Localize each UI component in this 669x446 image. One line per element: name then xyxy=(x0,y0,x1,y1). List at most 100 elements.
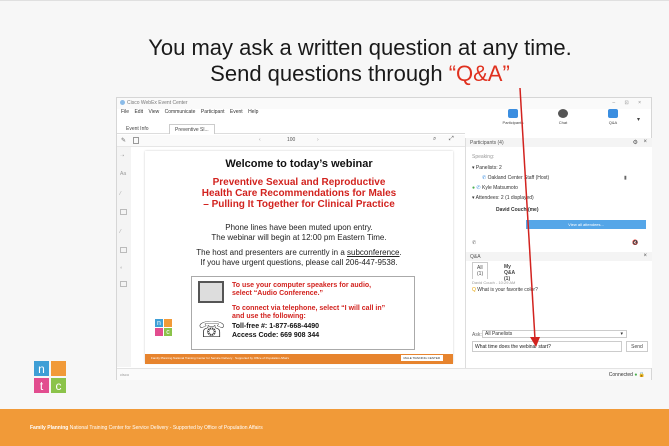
highlighter-icon[interactable]: ⁄ xyxy=(120,229,127,235)
doc-footer-text: Family Planning National Training Center… xyxy=(151,356,289,360)
access-code: Access Code: 669 908 344 xyxy=(232,332,320,339)
question-text: What is your favorite color? xyxy=(477,287,538,293)
qa-button-label: Q&A xyxy=(608,120,618,125)
mute-icon[interactable]: 🔇 xyxy=(632,240,638,246)
chevron-down-icon[interactable]: ▾ xyxy=(637,116,640,123)
ntc-logo-small: n c xyxy=(155,319,173,337)
chevron-down-icon: ▾ xyxy=(620,331,623,337)
connection-status-text: Connected xyxy=(608,372,633,378)
ask-recipient-select[interactable]: All Panelists ▾ xyxy=(482,330,627,338)
participants-button[interactable]: Participants xyxy=(497,109,529,125)
question-meta: David Couch - 10:29 AM xyxy=(472,280,516,285)
connection-status: Connected ● 🔒 xyxy=(609,372,645,378)
ask-recipient-value: All Panelists xyxy=(485,331,513,337)
menu-bar: File Edit View Communicate Participant E… xyxy=(121,109,262,115)
participant-row[interactable]: ✆ Oakland Center Staff (Host) ▮ xyxy=(482,175,627,181)
ntc-logo-c: c xyxy=(164,328,172,336)
qa-highlight: “Q&A” xyxy=(448,61,510,86)
tab-event-info[interactable]: Event Info xyxy=(121,124,154,134)
send-button[interactable]: Send xyxy=(626,341,648,352)
close-qa-icon[interactable]: × xyxy=(643,253,647,259)
audio-phone-icon[interactable]: ✆ xyxy=(472,240,476,246)
doc-line-3-suffix: . xyxy=(399,248,402,257)
zoom-icon[interactable]: ⌕ xyxy=(433,136,436,143)
pointer-icon[interactable]: ➝ xyxy=(120,153,127,159)
ntc-logo-n: n xyxy=(34,361,49,376)
tab-preventive[interactable]: Preventive Sl... xyxy=(169,124,215,134)
panelists-label: Panelists: 2 xyxy=(475,165,502,171)
view-all-attendees-button[interactable]: View all attendees... xyxy=(526,220,646,229)
draw-icon[interactable]: ⁄ xyxy=(120,191,127,197)
window-title: Cisco WebEx Event Center xyxy=(127,100,188,106)
computer-icon xyxy=(198,281,224,303)
signal-icon: ▮ xyxy=(624,175,627,181)
doc-line-2: The webinar will begin at 12:00 pm Easte… xyxy=(211,233,387,242)
doc-title-3: – Pulling It Together for Clinical Pract… xyxy=(203,199,395,210)
rectangle-icon[interactable] xyxy=(120,209,127,215)
pencil-icon[interactable]: ✎ xyxy=(121,137,126,144)
phone-icon: ☏ xyxy=(198,317,226,342)
menu-file[interactable]: File xyxy=(121,109,129,115)
ntc-logo: n t c xyxy=(34,361,66,393)
close-participants-icon[interactable]: × xyxy=(643,139,647,145)
page-icon[interactable] xyxy=(133,137,139,144)
panel-buttons: Participants Chat Q&A ▾ xyxy=(497,106,647,136)
menu-event[interactable]: Event xyxy=(230,109,243,115)
question-input[interactable]: What time does the webinar start? xyxy=(472,341,622,352)
right-panel: Participants (4) ⚙ × Speaking: ▾ Panelis… xyxy=(465,138,652,368)
menu-help[interactable]: Help xyxy=(248,109,258,115)
qa-button[interactable]: Q&A xyxy=(597,109,629,125)
subconference-link[interactable]: subconference xyxy=(347,248,399,257)
slide-title-line2: Send questions through “Q&A” xyxy=(100,61,620,87)
audio-instructions-box: ☏ To use your computer speakers for audi… xyxy=(191,276,415,350)
footer-rest: National Training Center for Service Del… xyxy=(68,425,263,431)
menu-edit[interactable]: Edit xyxy=(134,109,143,115)
question-item[interactable]: Q What is your favorite color? xyxy=(472,287,538,293)
webex-window: Cisco WebEx Event Center – ⊡ × File Edit… xyxy=(116,97,652,380)
menu-participant[interactable]: Participant xyxy=(201,109,225,115)
color-icon[interactable]: ◐ xyxy=(120,265,127,271)
save-icon[interactable] xyxy=(120,281,127,287)
participants-header[interactable]: Participants (4) ⚙ × xyxy=(466,138,652,147)
menu-communicate[interactable]: Communicate xyxy=(165,109,196,115)
participant-row[interactable]: David Couch (me) xyxy=(496,207,539,213)
panelists-group[interactable]: ▾ Panelists: 2 xyxy=(472,165,502,171)
webex-logo-icon xyxy=(120,100,125,105)
doc-title-1: Preventive Sexual and Reproductive xyxy=(212,177,386,188)
prev-page-icon[interactable]: ‹ xyxy=(259,137,261,143)
document-toolbar: ✎ ‹ 100 › ⌕ ⤢ xyxy=(117,135,465,147)
participant-row[interactable]: ● ✆ Kyle Matsumoto xyxy=(472,185,518,191)
qa-header[interactable]: Q&A × xyxy=(466,252,652,261)
participant-name: Oakland Center Staff (Host) xyxy=(487,175,550,181)
audio-line-1: To use your computer speakers for audio, xyxy=(232,282,372,289)
eraser-icon[interactable] xyxy=(120,247,127,253)
speaking-label: Speaking: xyxy=(472,154,495,160)
next-page-icon[interactable]: › xyxy=(317,137,319,143)
chat-icon xyxy=(558,109,568,118)
footer-bold: Family Planning xyxy=(30,425,69,431)
text-icon[interactable]: Aa xyxy=(120,171,127,177)
tel-line-1: To connect via telephone, select “I will… xyxy=(232,305,386,312)
participants-header-label: Participants (4) xyxy=(470,140,504,146)
annotation-toolbar: ➝ Aa ⁄ ⁄ ◐ xyxy=(117,147,131,367)
slide-title-line2-prefix: Send questions through xyxy=(210,61,449,86)
menu-view[interactable]: View xyxy=(148,109,159,115)
footer-text: Family Planning National Training Center… xyxy=(30,425,263,431)
connected-dot-icon: ● xyxy=(634,372,638,378)
ntc-logo-n: n xyxy=(155,319,163,327)
doc-line-3: The host and presenters are currently in… xyxy=(145,248,453,257)
attendees-label: Attendees: 2 (1 displayed) xyxy=(475,195,534,201)
chat-button[interactable]: Chat xyxy=(547,109,579,125)
zoom-level[interactable]: 100 xyxy=(287,137,295,143)
tab-qa-all[interactable]: All (1) xyxy=(472,262,489,279)
doc-line-3-prefix: The host and presenters are currently in… xyxy=(196,248,348,257)
fullscreen-icon[interactable]: ⤢ xyxy=(449,136,454,143)
audio-row: ✆ 🔇 xyxy=(472,240,638,246)
participants-button-label: Participants xyxy=(502,120,524,125)
attendees-group[interactable]: ▾ Attendees: 2 (1 displayed) xyxy=(472,195,534,201)
gear-icon[interactable]: ⚙ xyxy=(633,139,638,146)
status-bar: cisco Connected ● 🔒 xyxy=(117,368,651,380)
tel-line-2: and use the following: xyxy=(232,313,306,320)
doc-title-2: Health Care Recommendations for Males xyxy=(201,188,397,199)
shared-slide: Welcome to today’s webinar Preventive Se… xyxy=(145,151,453,363)
